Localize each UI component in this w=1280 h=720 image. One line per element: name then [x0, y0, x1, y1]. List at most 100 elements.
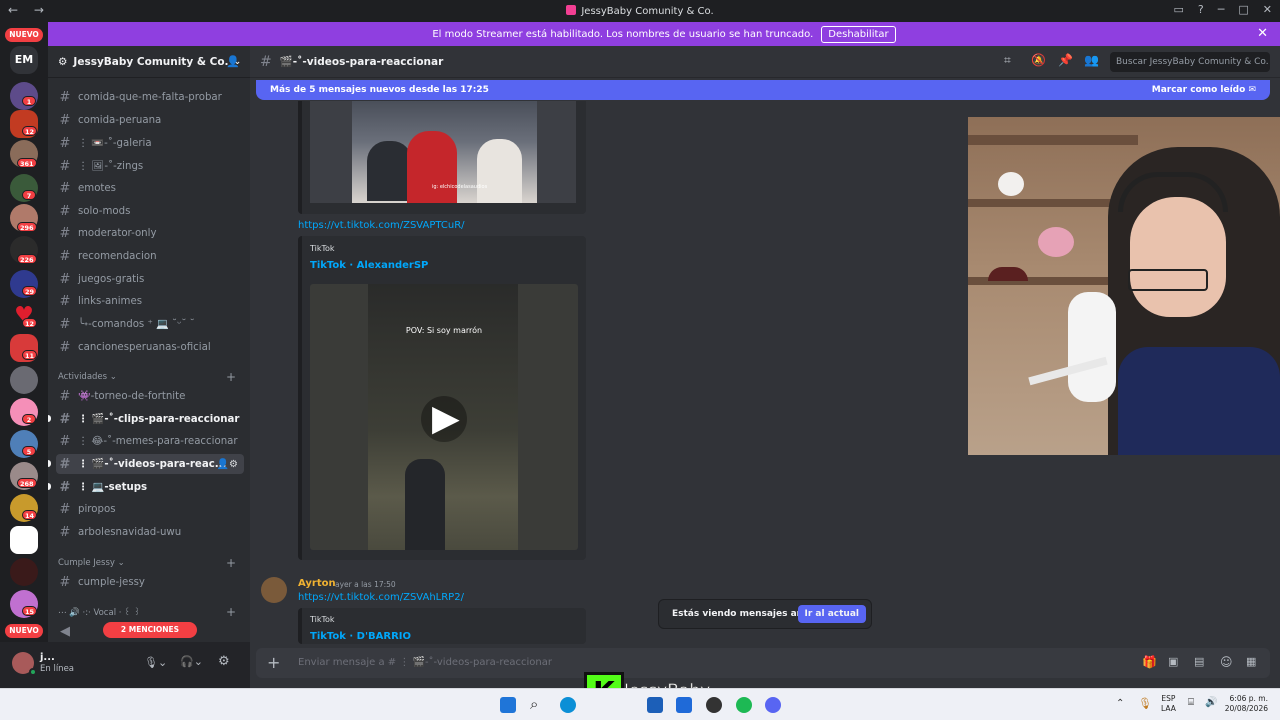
server-icon[interactable]: [10, 366, 38, 394]
video-player[interactable]: POV: Si soy marrón ▶: [310, 284, 578, 550]
message-link[interactable]: https://vt.tiktok.com/ZSVAPTCuR/: [298, 220, 465, 231]
channel-item[interactable]: # piropos: [56, 499, 244, 519]
jump-to-present-button[interactable]: Ir al actual: [797, 605, 866, 623]
category-header[interactable]: ⋯ 🔊 ·:· Vocal · ꒰ ꒱ +: [58, 605, 236, 619]
server-rail: NUEVO EM 1 12 361 7 296 226 29 ♥ 12 11 2…: [0, 22, 48, 688]
unread-indicator: [48, 415, 51, 422]
channel-item[interactable]: # ⋮ 📼-˚-galeria: [56, 133, 244, 153]
hash-icon: #: [59, 339, 71, 355]
channel-item[interactable]: # arbolesnavidad-uwu: [56, 522, 244, 542]
channel-item[interactable]: # moderator-only: [56, 223, 244, 243]
pin-icon[interactable]: 📌: [1058, 53, 1073, 67]
add-channel-icon[interactable]: +: [226, 370, 236, 384]
network-icon[interactable]: ⌸: [1188, 697, 1194, 708]
language-indicator[interactable]: ESP LAA: [1161, 694, 1176, 714]
emoji-icon[interactable]: ☺: [1220, 655, 1233, 669]
new-mentions-pill[interactable]: 2 MENCIONES NUEVAS: [103, 622, 197, 650]
channel-item[interactable]: # cumple-jessy: [56, 572, 244, 592]
microphone-icon[interactable]: 🎙: [1138, 697, 1152, 710]
windows-start-icon[interactable]: [500, 697, 516, 713]
clock[interactable]: 6:06 p. m. 20/08/2026: [1222, 694, 1268, 714]
streamer-mode-banner: El modo Streamer está habilitado. Los no…: [48, 22, 1280, 46]
store-icon[interactable]: [676, 697, 692, 713]
embed-title[interactable]: TikTok · D'BARRIO: [310, 631, 411, 642]
new-badge-top: NUEVO: [5, 28, 43, 42]
channel-item[interactable]: # 👾-torneo-de-fortnite: [56, 386, 244, 406]
message-author[interactable]: Ayrton: [298, 578, 336, 589]
threads-icon[interactable]: ⌗: [1004, 53, 1011, 68]
notifications-icon[interactable]: 🔕: [1031, 53, 1046, 67]
channel-settings-icons[interactable]: 👤⚙: [217, 459, 238, 470]
server-em[interactable]: EM: [10, 46, 38, 74]
channel-item[interactable]: # emotes: [56, 178, 244, 198]
user-settings-icon[interactable]: ⚙: [218, 654, 230, 669]
unread-badge: 2: [22, 414, 36, 424]
unread-badge: 268: [17, 478, 37, 488]
message-input[interactable]: Enviar mensaje a # ⋮ 🎬-˚-videos-para-rea…: [298, 657, 552, 668]
image-thumbnail[interactable]: ig: elchicodelasaudios: [352, 101, 537, 203]
apps-icon[interactable]: ▦: [1246, 655, 1256, 668]
edge-icon[interactable]: [560, 697, 576, 713]
add-channel-icon[interactable]: +: [226, 605, 236, 619]
discord-icon[interactable]: [765, 697, 781, 713]
play-icon[interactable]: ▶: [432, 396, 460, 442]
server-icon[interactable]: [10, 526, 38, 554]
gif-icon[interactable]: ▣: [1168, 655, 1178, 668]
glasses: [1128, 269, 1208, 291]
window-title-bar: ← → JessyBaby Comunity & Co. ▭ ? ─ □ ✕: [0, 0, 1280, 22]
cap: [988, 267, 1028, 281]
app-icon[interactable]: [706, 697, 722, 713]
close-icon[interactable]: ✕: [1257, 26, 1268, 41]
message-link[interactable]: https://vt.tiktok.com/ZSVAhLRP2/: [298, 592, 464, 603]
person-silhouette: [405, 459, 445, 550]
sticker-icon[interactable]: ▤: [1194, 655, 1204, 668]
disable-streamer-button[interactable]: Deshabilitar: [821, 25, 896, 43]
channel-item[interactable]: # ⋮ 💻-setups: [56, 477, 244, 497]
gift-icon[interactable]: 🎁: [1142, 655, 1157, 669]
channel-item[interactable]: # ⋮ 😂-˚-memes-para-reaccionar: [56, 431, 244, 451]
hash-icon: #: [59, 158, 71, 174]
channel-item[interactable]: # comida-peruana: [56, 110, 244, 130]
chevron-up-icon[interactable]: ⌃: [1116, 698, 1124, 709]
maximize-button[interactable]: □: [1238, 3, 1248, 16]
minimize-button[interactable]: ─: [1218, 3, 1225, 16]
mark-as-read-button[interactable]: Marcar como leído ✉: [1152, 85, 1256, 95]
channel-item[interactable]: # ⋮ 🖼-˚-zings: [56, 156, 244, 176]
category-header[interactable]: Actividades ⌄ +: [58, 370, 236, 384]
channel-item[interactable]: # solo-mods: [56, 201, 244, 221]
channel-item-selected[interactable]: # ⋮ 🎬-˚-videos-para-reac... 👤⚙: [56, 454, 244, 474]
help-icon[interactable]: ?: [1198, 3, 1204, 16]
new-messages-bar[interactable]: Más de 5 mensajes nuevos desde las 17:25…: [256, 80, 1270, 100]
channel-item[interactable]: # cancionesperuanas-oficial: [56, 337, 244, 357]
inbox-icon[interactable]: ▭: [1174, 3, 1184, 16]
add-channel-icon[interactable]: +: [226, 556, 236, 570]
unread-badge: 11: [22, 350, 38, 360]
avatar[interactable]: [261, 577, 287, 603]
message-composer[interactable]: + Enviar mensaje a # ⋮ 🎬-˚-videos-para-r…: [256, 648, 1270, 678]
viewing-older-messages-bar: Estás viendo mensajes antiguos Ir al act…: [658, 599, 872, 629]
channel-item[interactable]: # comida-que-me-falta-probar: [56, 87, 244, 107]
volume-icon[interactable]: 🔊: [1205, 697, 1217, 708]
add-attachment-icon[interactable]: +: [267, 653, 280, 672]
channel-item[interactable]: # juegos-gratis: [56, 269, 244, 289]
unread-badge: 15: [22, 606, 38, 616]
search-icon[interactable]: ⌕: [530, 695, 538, 713]
microphone-icon[interactable]: 🎙⌄: [144, 656, 167, 669]
category-header[interactable]: Cumple Jessy ⌄ +: [58, 556, 236, 570]
embed-title[interactable]: TikTok · AlexanderSP: [310, 260, 428, 271]
outlook-icon[interactable]: [647, 697, 663, 713]
server-header[interactable]: ⚙ JessyBaby Comunity & Co. ⌄ 👤: [48, 46, 250, 78]
close-window-button[interactable]: ✕: [1263, 3, 1272, 16]
invite-people-icon[interactable]: 👤: [226, 55, 240, 68]
server-icon[interactable]: [10, 558, 38, 586]
channel-item[interactable]: # links-animes: [56, 291, 244, 311]
channel-item[interactable]: # recomendacion: [56, 246, 244, 266]
channel-item[interactable]: # ╰˖-comandos ⁺ 💻 ˘ᵕ˘ ˘: [56, 314, 244, 334]
members-icon[interactable]: 👥: [1084, 53, 1099, 67]
search-input[interactable]: Buscar JessyBaby Comunity & Co.: [1110, 52, 1270, 72]
channel-item[interactable]: # ⋮ 🎬-˚-clips-para-reaccionar: [56, 409, 244, 429]
user-status: En línea: [40, 664, 75, 674]
headphones-icon[interactable]: 🎧⌄: [180, 655, 203, 668]
spotify-icon[interactable]: [736, 697, 752, 713]
unread-badge: 296: [17, 222, 37, 232]
